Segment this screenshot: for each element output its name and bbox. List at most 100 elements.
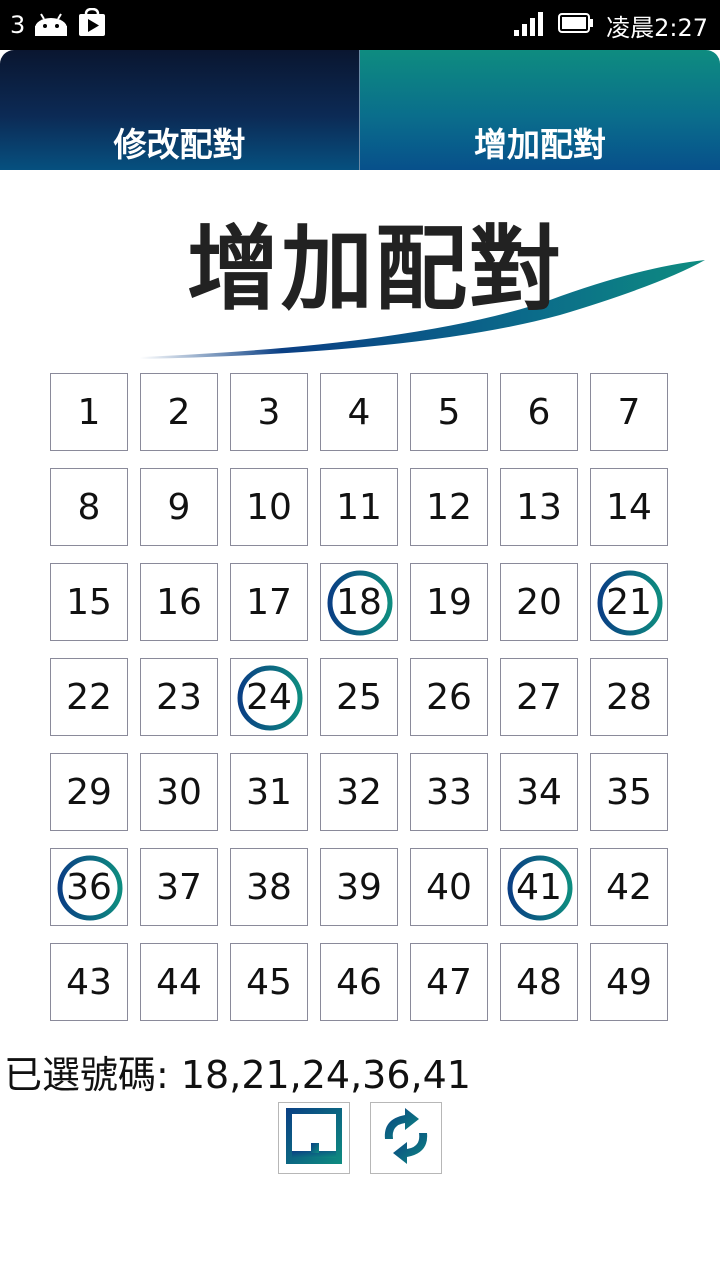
number-cell[interactable]: 38: [230, 848, 308, 926]
tab-divider: [359, 50, 360, 170]
number-cell[interactable]: 15: [50, 563, 128, 641]
number-cell[interactable]: 37: [140, 848, 218, 926]
number-label: 40: [426, 866, 472, 908]
number-cell[interactable]: 42: [590, 848, 668, 926]
number-label: 12: [426, 486, 472, 528]
number-cell[interactable]: 1: [50, 373, 128, 451]
number-label: 24: [246, 676, 292, 718]
number-label: 25: [336, 676, 382, 718]
number-label: 22: [66, 676, 112, 718]
save-button[interactable]: [278, 1102, 350, 1174]
number-cell[interactable]: 18: [320, 563, 398, 641]
refresh-button[interactable]: [370, 1102, 442, 1174]
number-label: 1: [77, 391, 101, 433]
number-label: 7: [617, 391, 641, 433]
number-cell[interactable]: 26: [410, 658, 488, 736]
number-cell[interactable]: 20: [500, 563, 578, 641]
number-label: 16: [156, 581, 202, 623]
number-cell[interactable]: 40: [410, 848, 488, 926]
number-cell[interactable]: 16: [140, 563, 218, 641]
notification-count: 3: [10, 11, 26, 39]
save-icon: [283, 1105, 345, 1171]
number-label: 48: [516, 961, 562, 1003]
status-bar-right: 凌晨2:27: [514, 8, 708, 42]
tab-label: 增加配對: [474, 125, 606, 164]
number-cell[interactable]: 9: [140, 468, 218, 546]
number-label: 46: [336, 961, 382, 1003]
number-cell[interactable]: 2: [140, 373, 218, 451]
number-cell[interactable]: 6: [500, 373, 578, 451]
number-cell[interactable]: 31: [230, 753, 308, 831]
number-cell[interactable]: 19: [410, 563, 488, 641]
number-cell[interactable]: 27: [500, 658, 578, 736]
status-bar: 3 凌晨2:27: [0, 0, 720, 50]
number-label: 23: [156, 676, 202, 718]
refresh-icon: [375, 1105, 437, 1171]
number-cell[interactable]: 12: [410, 468, 488, 546]
tab-label: 修改配對: [113, 125, 246, 164]
number-cell[interactable]: 32: [320, 753, 398, 831]
number-cell[interactable]: 33: [410, 753, 488, 831]
tab-edit-pairing[interactable]: 修改配對: [0, 50, 359, 170]
number-cell[interactable]: 45: [230, 943, 308, 1021]
tab-add-pairing[interactable]: 增加配對: [360, 50, 720, 170]
number-cell[interactable]: 14: [590, 468, 668, 546]
number-label: 41: [516, 866, 562, 908]
number-label: 37: [156, 866, 202, 908]
number-cell[interactable]: 17: [230, 563, 308, 641]
number-cell[interactable]: 44: [140, 943, 218, 1021]
page-title: 增加配對: [186, 216, 563, 323]
number-cell[interactable]: 48: [500, 943, 578, 1021]
status-bar-left: 3: [10, 7, 107, 42]
number-cell[interactable]: 11: [320, 468, 398, 546]
number-label: 27: [516, 676, 562, 718]
number-cell[interactable]: 13: [500, 468, 578, 546]
number-cell[interactable]: 43: [50, 943, 128, 1021]
number-label: 31: [246, 771, 292, 813]
number-cell[interactable]: 21: [590, 563, 668, 641]
number-label: 8: [77, 486, 101, 528]
number-label: 42: [606, 866, 652, 908]
number-cell[interactable]: 22: [50, 658, 128, 736]
number-cell[interactable]: 23: [140, 658, 218, 736]
number-cell[interactable]: 46: [320, 943, 398, 1021]
number-label: 9: [167, 486, 191, 528]
number-cell[interactable]: 10: [230, 468, 308, 546]
number-cell[interactable]: 36: [50, 848, 128, 926]
number-label: 45: [246, 961, 292, 1003]
number-label: 15: [66, 581, 112, 623]
number-cell[interactable]: 39: [320, 848, 398, 926]
number-label: 32: [336, 771, 382, 813]
clock: 凌晨2:27: [606, 13, 708, 42]
number-cell[interactable]: 5: [410, 373, 488, 451]
number-cell[interactable]: 4: [320, 373, 398, 451]
number-cell[interactable]: 8: [50, 468, 128, 546]
number-label: 18: [336, 581, 382, 623]
number-cell[interactable]: 47: [410, 943, 488, 1021]
number-label: 11: [336, 486, 382, 528]
number-cell[interactable]: 3: [230, 373, 308, 451]
number-label: 43: [66, 961, 112, 1003]
number-cell[interactable]: 35: [590, 753, 668, 831]
number-cell[interactable]: 34: [500, 753, 578, 831]
number-cell[interactable]: 49: [590, 943, 668, 1021]
number-label: 44: [156, 961, 202, 1003]
number-label: 28: [606, 676, 652, 718]
number-cell[interactable]: 24: [230, 658, 308, 736]
number-label: 20: [516, 581, 562, 623]
play-store-icon: [77, 7, 107, 42]
number-label: 35: [606, 771, 652, 813]
number-cell[interactable]: 7: [590, 373, 668, 451]
number-label: 5: [437, 391, 461, 433]
number-label: 4: [347, 391, 371, 433]
number-cell[interactable]: 29: [50, 753, 128, 831]
number-label: 19: [426, 581, 472, 623]
number-cell[interactable]: 30: [140, 753, 218, 831]
number-label: 47: [426, 961, 472, 1003]
number-label: 6: [527, 391, 551, 433]
number-cell[interactable]: 41: [500, 848, 578, 926]
number-cell[interactable]: 25: [320, 658, 398, 736]
number-cell[interactable]: 28: [590, 658, 668, 736]
number-label: 38: [246, 866, 292, 908]
number-label: 3: [257, 391, 281, 433]
